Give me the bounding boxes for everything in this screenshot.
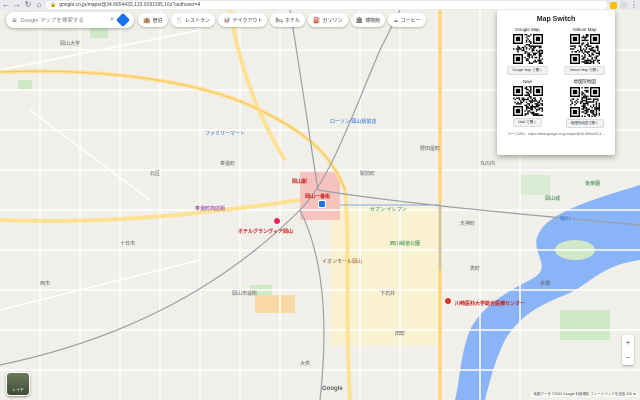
museum-icon: 🏛: [355, 17, 364, 24]
chip-coffee[interactable]: ☕ コーヒー: [388, 13, 426, 27]
qr-label: Yahoo! Map: [572, 27, 597, 32]
map-label-ion[interactable]: イオンモール岡山: [322, 258, 362, 265]
extension-icon[interactable]: [610, 1, 617, 9]
chip-label: テイクアウト: [232, 17, 263, 24]
map-label-korakuen[interactable]: 後楽園: [585, 180, 600, 187]
open-navi-button[interactable]: Navi で開く: [513, 118, 542, 127]
map-label-ekimae: 駅前町: [360, 171, 376, 177]
arrow-left-icon[interactable]: ←: [2, 1, 10, 9]
map-label-yashima: 十日市: [120, 241, 136, 247]
qr-cell-google: Google Map Google Map で開く: [501, 27, 554, 75]
category-chips: 🏨 宿泊 🍴 レストラン 🥡 テイクアウト 🛏 ホテル ⛽ ガソリン 🏛 博物館 ☕ コーヒー: [138, 13, 426, 27]
chip-gas[interactable]: ⛽ ガソリン: [308, 13, 348, 27]
chip-restaurant[interactable]: 🍴 レストラン: [170, 13, 215, 27]
qr-label: Google Map: [515, 27, 540, 32]
restaurant-icon: 🍴: [175, 17, 183, 24]
hotel-pin-icon[interactable]: [274, 218, 280, 224]
reload-icon[interactable]: ↻: [24, 1, 32, 9]
lodging-icon: 🏨: [143, 17, 151, 24]
map-label-asahi-river: 旭川: [560, 216, 571, 222]
map-label-hokancho[interactable]: 奉還町商店街: [195, 205, 225, 212]
map-label-omoto: 奉還町: [220, 161, 236, 167]
station-pin-icon[interactable]: [318, 200, 326, 208]
map-label-tenjin: 天神町: [460, 221, 476, 227]
chip-label: 博物館: [365, 17, 381, 24]
coffee-icon: ☕: [393, 17, 399, 24]
qr-code-icon: [512, 86, 543, 116]
map-label-nodaya: 野田屋町: [420, 146, 441, 152]
map-switch-popup: Map Switch Google Map Google Map で開く Yah…: [497, 10, 615, 155]
chip-museum[interactable]: 🏛 博物館: [350, 13, 386, 27]
open-google-button[interactable]: Google Map で開く: [507, 66, 548, 75]
menu-dots-icon[interactable]: ⋮: [630, 1, 638, 9]
search-icon[interactable]: ⌕: [110, 16, 114, 24]
chip-lodging[interactable]: 🏨 宿泊: [138, 13, 168, 27]
chip-label: ガソリン: [322, 17, 343, 24]
qr-code-icon: [569, 34, 600, 64]
map-label-nishiichi: 西市: [40, 281, 51, 287]
map-label-uni[interactable]: 岡山大学: [60, 40, 80, 47]
profile-icon[interactable]: [620, 1, 627, 9]
search-input[interactable]: Google マップを検索する: [21, 16, 106, 24]
popup-title: Map Switch: [536, 16, 576, 23]
screen: ← → ↻ ⌂ 🔒 google.co.jp/maps/@34.6654433,…: [0, 0, 640, 400]
map-label-city-hall[interactable]: 岡山市役所: [232, 290, 257, 297]
map-label-kita-ward: 北区: [150, 171, 161, 177]
qr-cell-navi: Navi Navi で開く: [501, 79, 554, 128]
qr-cell-yahoo: Yahoo! Map Yahoo! Map で開く: [558, 27, 611, 75]
map-label-castle[interactable]: 岡山城: [545, 195, 560, 202]
takeout-icon: 🥡: [223, 17, 231, 24]
map-label-nishikawa[interactable]: 西川緑道公園: [390, 240, 420, 247]
url-text: google.co.jp/maps/@34.6654433,133.919119…: [59, 2, 201, 8]
google-logo: Google: [322, 386, 343, 392]
map-label-family[interactable]: ファミリーマート: [205, 130, 245, 137]
layers-label: レイヤ: [12, 387, 24, 392]
qr-label: 地理院地図: [573, 79, 596, 84]
lock-icon: 🔒: [50, 2, 57, 8]
map-label-lawson[interactable]: ローソン 岡山駅前店: [330, 118, 376, 125]
gas-icon: ⛽: [313, 17, 321, 24]
address-bar[interactable]: 🔒 google.co.jp/maps/@34.6654433,133.9191…: [46, 1, 607, 9]
map-label-station[interactable]: 岡山駅: [292, 178, 307, 185]
menu-icon[interactable]: ≡: [12, 16, 17, 25]
directions-icon[interactable]: [115, 12, 131, 28]
open-yahoo-button[interactable]: Yahoo! Map で開く: [564, 66, 605, 75]
chip-label: コーヒー: [400, 17, 421, 24]
browser-toolbar: ← → ↻ ⌂ 🔒 google.co.jp/maps/@34.6654433,…: [0, 0, 640, 10]
qr-code-icon: [569, 87, 600, 117]
popup-url: ページURL：https://www.google.co.jp/maps/@34…: [507, 132, 605, 136]
map-label-omotecho[interactable]: 表町: [470, 265, 480, 272]
hospital-pin-icon[interactable]: [445, 298, 451, 304]
map-label-grandvia[interactable]: ホテルグランヴィア岡山: [238, 228, 293, 235]
qr-label: Navi: [522, 79, 532, 84]
map-label-hospital[interactable]: 川崎医科大学総合医療センター: [455, 300, 525, 307]
map-label-daiku: 大供: [300, 361, 311, 367]
arrow-right-icon[interactable]: →: [13, 1, 21, 9]
layers-button[interactable]: レイヤ: [6, 372, 30, 396]
map-label-ichibangai[interactable]: 岡山一番街: [305, 193, 330, 200]
map-label-seven[interactable]: セブン-イレブン: [370, 206, 407, 213]
map-label-kyobashi[interactable]: 京橋: [540, 280, 550, 287]
chip-takeout[interactable]: 🥡 テイクアウト: [218, 13, 268, 27]
map-label-marunouchi: 丸の内: [480, 161, 496, 167]
map-footer[interactable]: 地図データ ©2023 Google 利用規約 フィードバックを送信 200 m: [531, 392, 638, 397]
chip-label: ホテル: [285, 17, 301, 24]
search-box[interactable]: ≡ Google マップを検索する ⌕: [6, 12, 134, 28]
zoom-in-icon[interactable]: +: [626, 338, 631, 347]
home-icon[interactable]: ⌂: [35, 1, 43, 9]
hotel-icon: 🛏: [275, 17, 284, 24]
open-gsi-button[interactable]: 地理院地図で開く: [565, 119, 604, 128]
chip-label: 宿泊: [152, 17, 163, 24]
chip-label: レストラン: [184, 17, 210, 24]
map-label-tamachi: 田町: [395, 331, 406, 337]
chip-hotel[interactable]: 🛏 ホテル: [270, 13, 306, 27]
qr-cell-gsi: 地理院地図 地理院地図で開く: [558, 79, 611, 128]
zoom-control: + −: [622, 335, 634, 365]
qr-code-icon: [512, 34, 543, 64]
map-label-shimoishii: 下石井: [380, 291, 396, 297]
zoom-out-icon[interactable]: −: [626, 353, 631, 362]
qr-grid: Google Map Google Map で開く Yahoo! Map Yah…: [501, 27, 611, 128]
